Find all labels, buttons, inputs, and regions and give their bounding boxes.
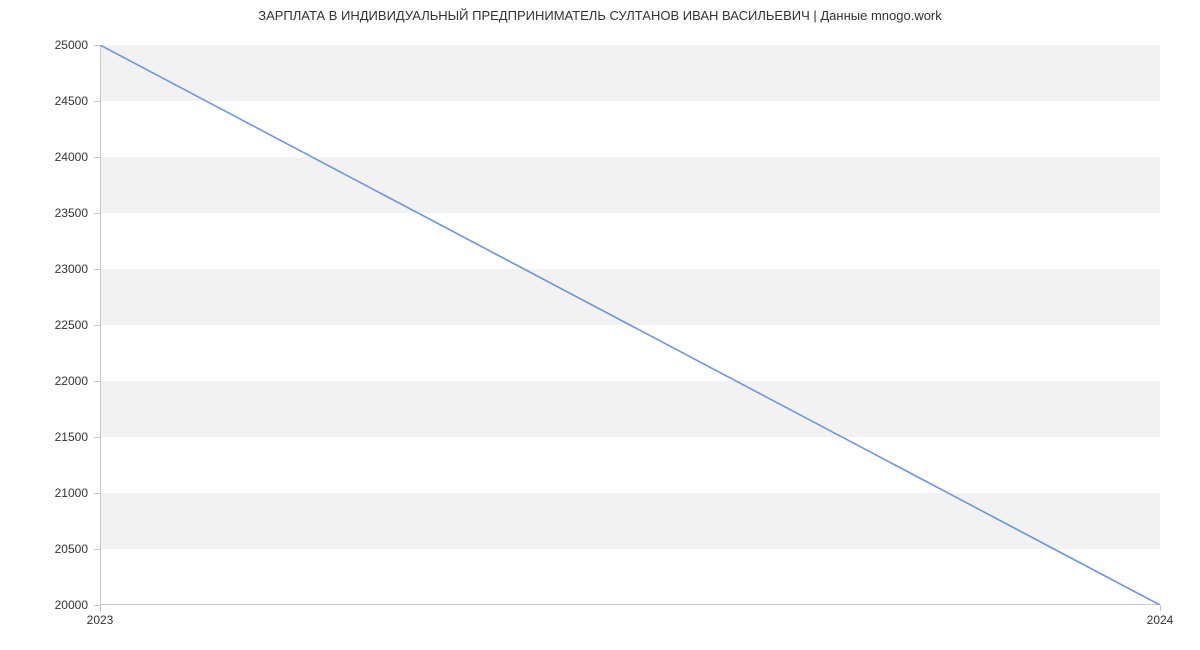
line-series [100, 45, 1160, 605]
x-axis-labels: 20232024 [100, 605, 1160, 625]
y-tick-label: 20000 [55, 598, 88, 612]
x-tick-label: 2023 [87, 613, 114, 627]
y-tick-label: 21500 [55, 430, 88, 444]
y-tick-label: 24500 [55, 94, 88, 108]
y-tick-label: 24000 [55, 150, 88, 164]
y-tick-label: 20500 [55, 542, 88, 556]
chart-title: ЗАРПЛАТА В ИНДИВИДУАЛЬНЫЙ ПРЕДПРИНИМАТЕЛ… [0, 8, 1200, 23]
y-tick-label: 25000 [55, 38, 88, 52]
y-tick-label: 23500 [55, 206, 88, 220]
y-axis-labels: 2000020500210002150022000225002300023500… [0, 45, 100, 605]
y-tick-label: 22500 [55, 318, 88, 332]
y-tick-label: 21000 [55, 486, 88, 500]
series-line [100, 45, 1160, 605]
plot-area [100, 45, 1160, 605]
y-tick-label: 22000 [55, 374, 88, 388]
y-tick-label: 23000 [55, 262, 88, 276]
x-tick [1160, 605, 1161, 611]
x-tick-label: 2024 [1147, 613, 1174, 627]
